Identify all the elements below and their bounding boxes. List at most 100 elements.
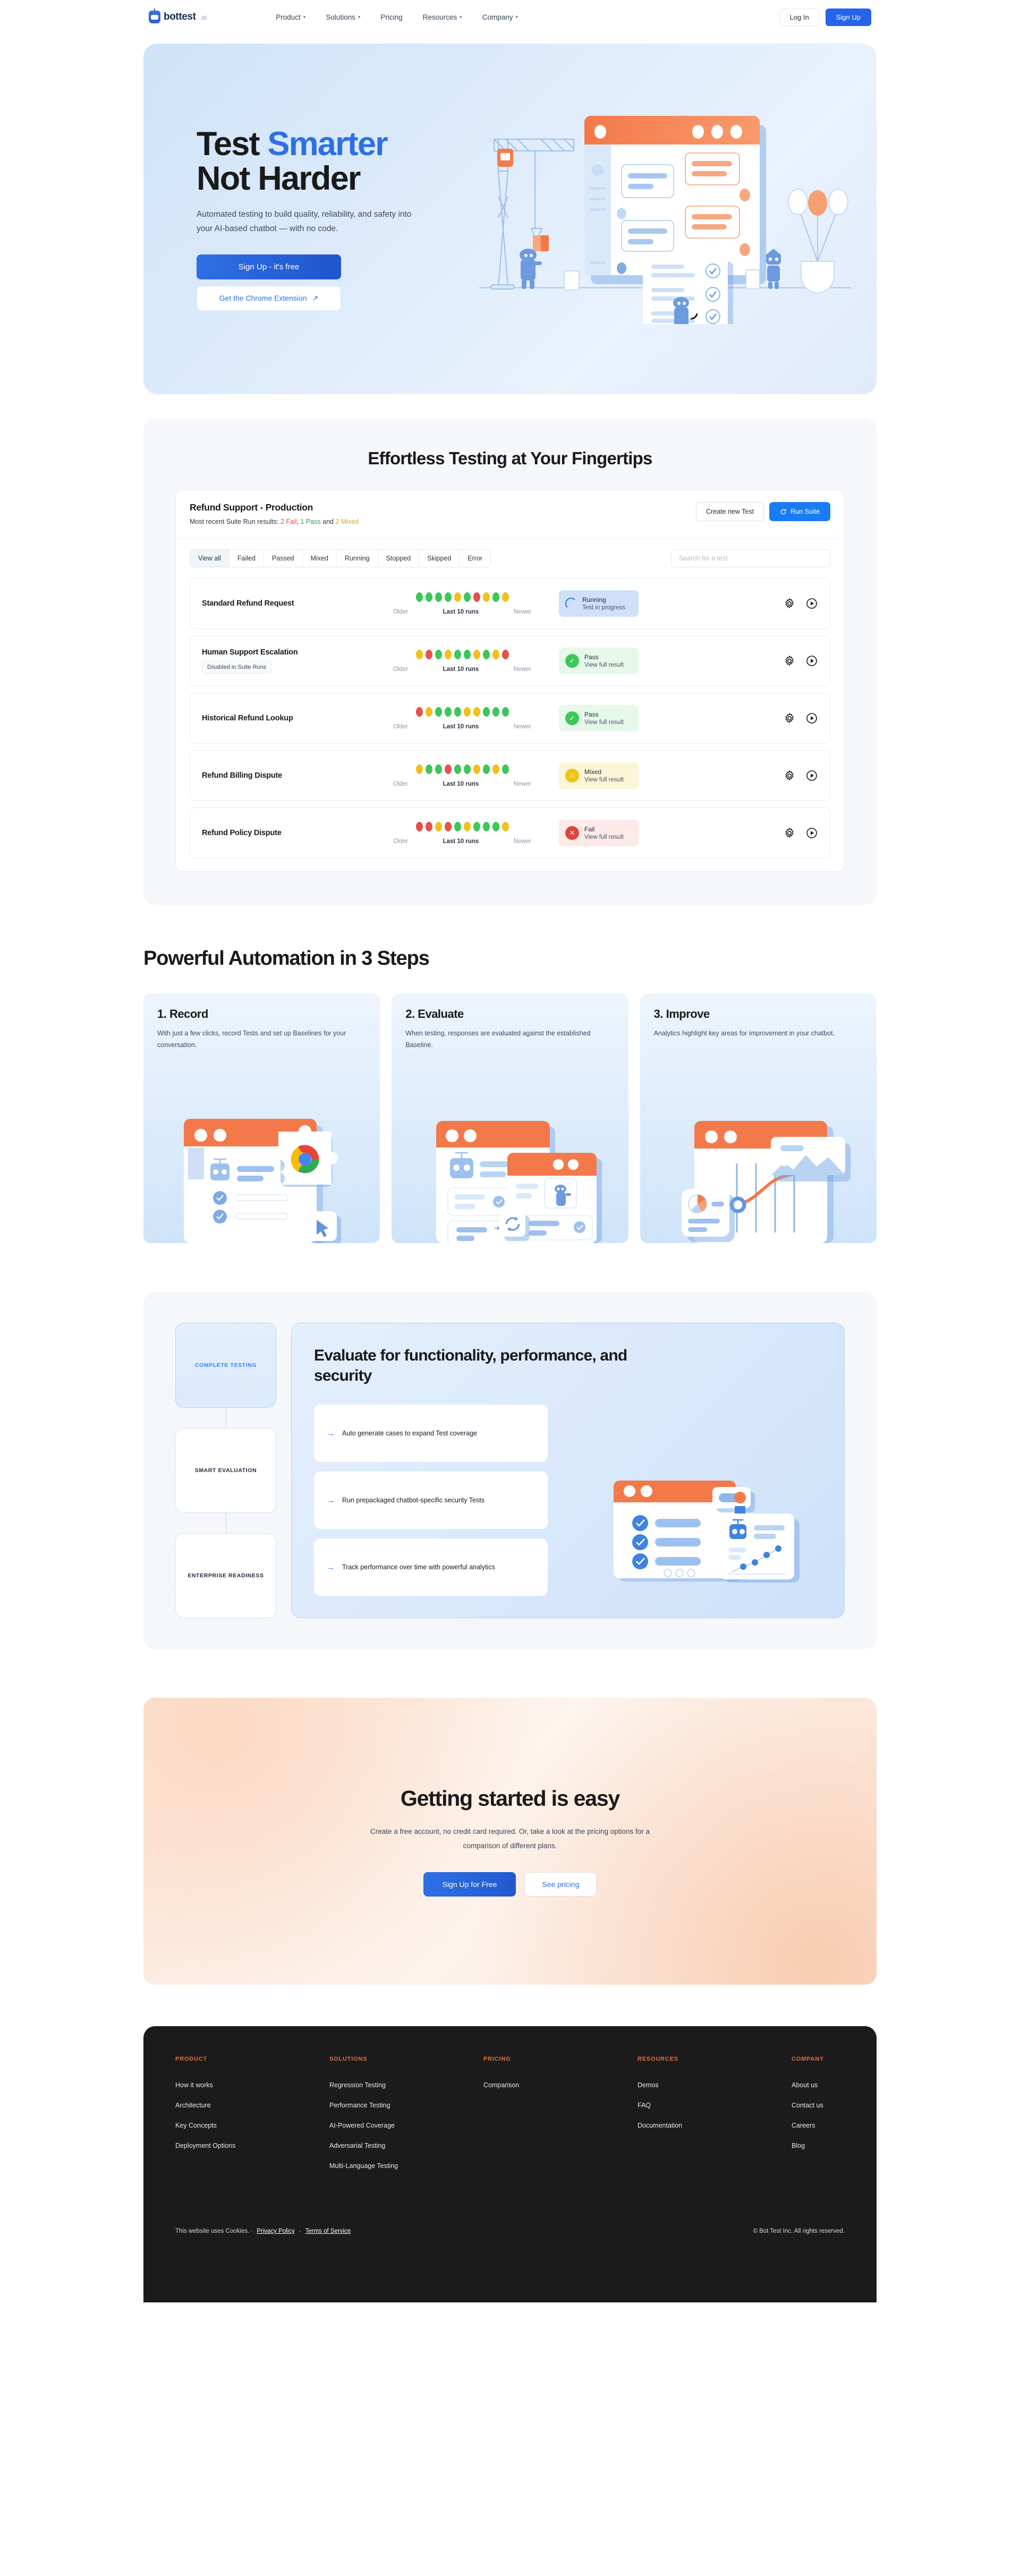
gear-icon[interactable] bbox=[783, 597, 796, 610]
table-row[interactable]: Historical Refund Lookup Older Last 10 r… bbox=[190, 693, 830, 744]
footer-link[interactable]: Careers bbox=[792, 2122, 824, 2129]
footer-link[interactable]: Architecture bbox=[175, 2102, 329, 2109]
gear-icon[interactable] bbox=[783, 769, 796, 782]
filter-view-all[interactable]: View all bbox=[190, 550, 230, 567]
status-badge[interactable]: ✓ Pass View full result bbox=[559, 705, 639, 732]
test-name: Human Support Escalation bbox=[202, 648, 298, 657]
suite-results-mixed: 2 Mixed bbox=[335, 518, 359, 525]
nav-item-company[interactable]: Company ▾ bbox=[482, 13, 518, 21]
play-icon[interactable] bbox=[805, 827, 818, 839]
footer-link[interactable]: About us bbox=[792, 2081, 824, 2089]
test-name: Standard Refund Request bbox=[202, 599, 294, 608]
list-item[interactable]: → Track performance over time with power… bbox=[314, 1538, 548, 1596]
signup-button[interactable]: Sign Up bbox=[825, 8, 871, 26]
row-actions bbox=[783, 597, 818, 610]
step-body: When testing, responses are evaluated ag… bbox=[405, 1030, 591, 1049]
filter-error[interactable]: Error bbox=[460, 550, 491, 567]
table-row[interactable]: Refund Billing Dispute Older Last 10 run… bbox=[190, 750, 830, 801]
footer-link[interactable]: Adversarial Testing bbox=[329, 2142, 483, 2149]
footer-link[interactable]: Documentation bbox=[638, 2122, 792, 2129]
footer-bottom-bar: This website uses Cookies. - Privacy Pol… bbox=[175, 2228, 845, 2234]
label-newer: Newer bbox=[513, 780, 531, 787]
search-input[interactable]: Search for a test bbox=[671, 549, 830, 567]
status-badge[interactable]: ⤬ Mixed View full result bbox=[559, 762, 639, 789]
suite-results: Most recent Suite Run results: 2 Fail, 1… bbox=[190, 518, 359, 525]
run-history: Older Last 10 runs Newer bbox=[377, 707, 547, 730]
external-link-icon: ↗ bbox=[312, 293, 319, 302]
status-badge[interactable]: Running Test in progress bbox=[559, 590, 639, 617]
filter-running[interactable]: Running bbox=[336, 550, 378, 567]
footer-link[interactable]: Contact us bbox=[792, 2102, 824, 2109]
table-row[interactable]: Refund Policy Dispute Older Last 10 runs… bbox=[190, 807, 830, 858]
footer-link[interactable]: Multi-Language Testing bbox=[329, 2162, 483, 2170]
list-item[interactable]: → Auto generate cases to expand Test cov… bbox=[314, 1405, 548, 1462]
footer-link[interactable]: Key Concepts bbox=[175, 2122, 329, 2129]
arrow-right-icon: → bbox=[327, 1495, 335, 1505]
filter-failed[interactable]: Failed bbox=[229, 550, 264, 567]
filter-stopped[interactable]: Stopped bbox=[378, 550, 420, 567]
footer-link[interactable]: How it works bbox=[175, 2081, 329, 2089]
chevron-down-icon: ▾ bbox=[460, 14, 462, 20]
filter-skipped[interactable]: Skipped bbox=[419, 550, 460, 567]
pill-smart-evaluation[interactable]: SMART EVALUATION bbox=[175, 1428, 276, 1513]
evaluate-item-label: Auto generate cases to expand Test cover… bbox=[342, 1430, 478, 1437]
footer-link[interactable]: Blog bbox=[792, 2142, 824, 2149]
footer-link[interactable]: Regression Testing bbox=[329, 2081, 483, 2089]
evaluate-item-label: Track performance over time with powerfu… bbox=[342, 1563, 495, 1571]
row-actions bbox=[783, 712, 818, 725]
run-suite-button[interactable]: Run Suite bbox=[769, 502, 830, 521]
evaluate-section: COMPLETE TESTING SMART EVALUATION ENTERP… bbox=[143, 1292, 877, 1649]
create-new-test-button[interactable]: Create new Test bbox=[695, 502, 764, 521]
nav-label: Solutions bbox=[326, 13, 355, 21]
logo[interactable]: bottest .ai bbox=[149, 11, 207, 23]
gear-icon[interactable] bbox=[783, 827, 796, 839]
gear-icon[interactable] bbox=[783, 712, 796, 725]
nav-item-product[interactable]: Product ▾ bbox=[276, 13, 305, 21]
play-icon[interactable] bbox=[805, 712, 818, 725]
list-item[interactable]: → Run prepackaged chatbot-specific secur… bbox=[314, 1472, 548, 1529]
footer-link[interactable]: Deployment Options bbox=[175, 2142, 329, 2149]
hero-signup-button[interactable]: Sign Up - it's free bbox=[197, 254, 341, 279]
disabled-badge: Disabled in Suite Runs bbox=[202, 661, 272, 674]
play-icon[interactable] bbox=[805, 597, 818, 610]
nav-item-pricing[interactable]: Pricing bbox=[380, 13, 402, 21]
record-illustration bbox=[184, 1119, 341, 1243]
cta-pricing-button[interactable]: See pricing bbox=[524, 1872, 597, 1897]
status-label: Pass bbox=[584, 653, 599, 661]
pill-complete-testing[interactable]: COMPLETE TESTING bbox=[175, 1323, 276, 1408]
status-badge[interactable]: ✓ Pass View full result bbox=[559, 648, 639, 674]
header-actions: Log In Sign Up bbox=[779, 8, 871, 26]
nav-item-resources[interactable]: Resources ▾ bbox=[423, 13, 462, 21]
table-row[interactable]: Standard Refund Request Older Last 10 ru… bbox=[190, 578, 830, 629]
table-row[interactable]: Human Support Escalation Disabled in Sui… bbox=[190, 635, 830, 686]
hero-copy: Test Smarter Not Harder Automated testin… bbox=[143, 127, 483, 311]
chrome-extension-button[interactable]: Get the Chrome Extension ↗ bbox=[197, 285, 341, 311]
label-last-10-runs: Last 10 runs bbox=[443, 666, 479, 673]
label-newer: Newer bbox=[513, 838, 531, 845]
status-badge[interactable]: ✕ Fail View full result bbox=[559, 820, 639, 846]
play-icon[interactable] bbox=[805, 654, 818, 667]
filters-row: View all Failed Passed Mixed Running Sto… bbox=[176, 539, 844, 571]
filter-mixed[interactable]: Mixed bbox=[302, 550, 337, 567]
hero-title-line2: Not Harder bbox=[197, 160, 361, 198]
label-newer: Newer bbox=[513, 666, 531, 673]
check-icon: ✓ bbox=[565, 711, 579, 725]
play-icon[interactable] bbox=[805, 769, 818, 782]
filter-passed[interactable]: Passed bbox=[264, 550, 303, 567]
cta-signup-button[interactable]: Sign Up for Free bbox=[423, 1872, 516, 1897]
footer-link[interactable]: Comparison bbox=[483, 2081, 638, 2089]
footer-link[interactable]: Performance Testing bbox=[329, 2102, 483, 2109]
row-actions bbox=[783, 827, 818, 839]
privacy-policy-link[interactable]: Privacy Policy bbox=[257, 2228, 295, 2234]
gear-icon[interactable] bbox=[783, 654, 796, 667]
run-history: Older Last 10 runs Newer bbox=[377, 649, 547, 673]
nav-label: Pricing bbox=[380, 13, 403, 21]
test-name-cell: Refund Policy Dispute bbox=[202, 829, 377, 837]
footer-link[interactable]: AI-Powered Coverage bbox=[329, 2122, 483, 2129]
footer-link[interactable]: Demos bbox=[638, 2081, 792, 2089]
terms-of-service-link[interactable]: Terms of Service bbox=[305, 2228, 351, 2234]
pill-enterprise-readiness[interactable]: ENTERPRISE READINESS bbox=[175, 1533, 276, 1618]
footer-link[interactable]: FAQ bbox=[638, 2102, 792, 2109]
login-button[interactable]: Log In bbox=[779, 8, 819, 26]
nav-item-solutions[interactable]: Solutions ▾ bbox=[326, 13, 360, 21]
